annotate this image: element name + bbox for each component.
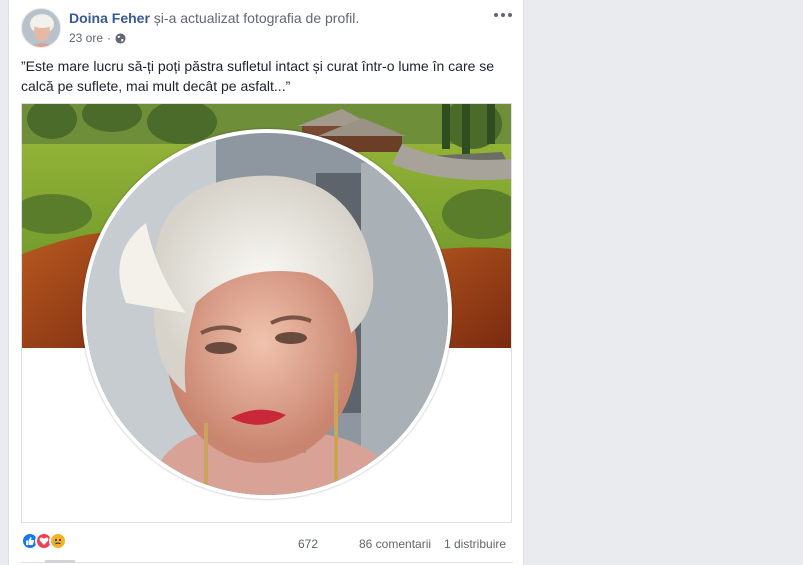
meta-separator: ·: [107, 31, 112, 45]
author-name-link[interactable]: Doina Feher: [69, 10, 150, 26]
comments-count-link[interactable]: 86 comentarii: [359, 537, 431, 551]
post-card: Doina Feher și-a actualizat fotografia d…: [8, 0, 524, 565]
reaction-count[interactable]: 672: [298, 537, 318, 551]
reaction-icons[interactable]: [21, 532, 67, 550]
post-meta: 23 ore ·: [69, 31, 126, 45]
reactions-bar: 672 86 comentarii 1 distribuire: [21, 532, 513, 554]
post-timestamp[interactable]: 23 ore: [69, 31, 103, 45]
divider-mark: [45, 560, 75, 563]
reactions-divider: [21, 562, 513, 563]
post-header: Doina Feher și-a actualizat fotografia d…: [69, 10, 359, 26]
author-avatar[interactable]: [21, 8, 61, 48]
more-options-icon[interactable]: [493, 6, 513, 24]
post-action-text: și-a actualizat fotografia de profil.: [153, 10, 360, 26]
profile-update-image[interactable]: [21, 103, 512, 523]
sad-icon: [49, 532, 67, 550]
profile-photo[interactable]: [82, 129, 452, 499]
post-caption: ”Este mare lucru să-ți poți păstra sufle…: [21, 58, 495, 94]
shares-count-link[interactable]: 1 distribuire: [444, 537, 506, 551]
globe-icon[interactable]: [115, 32, 126, 44]
